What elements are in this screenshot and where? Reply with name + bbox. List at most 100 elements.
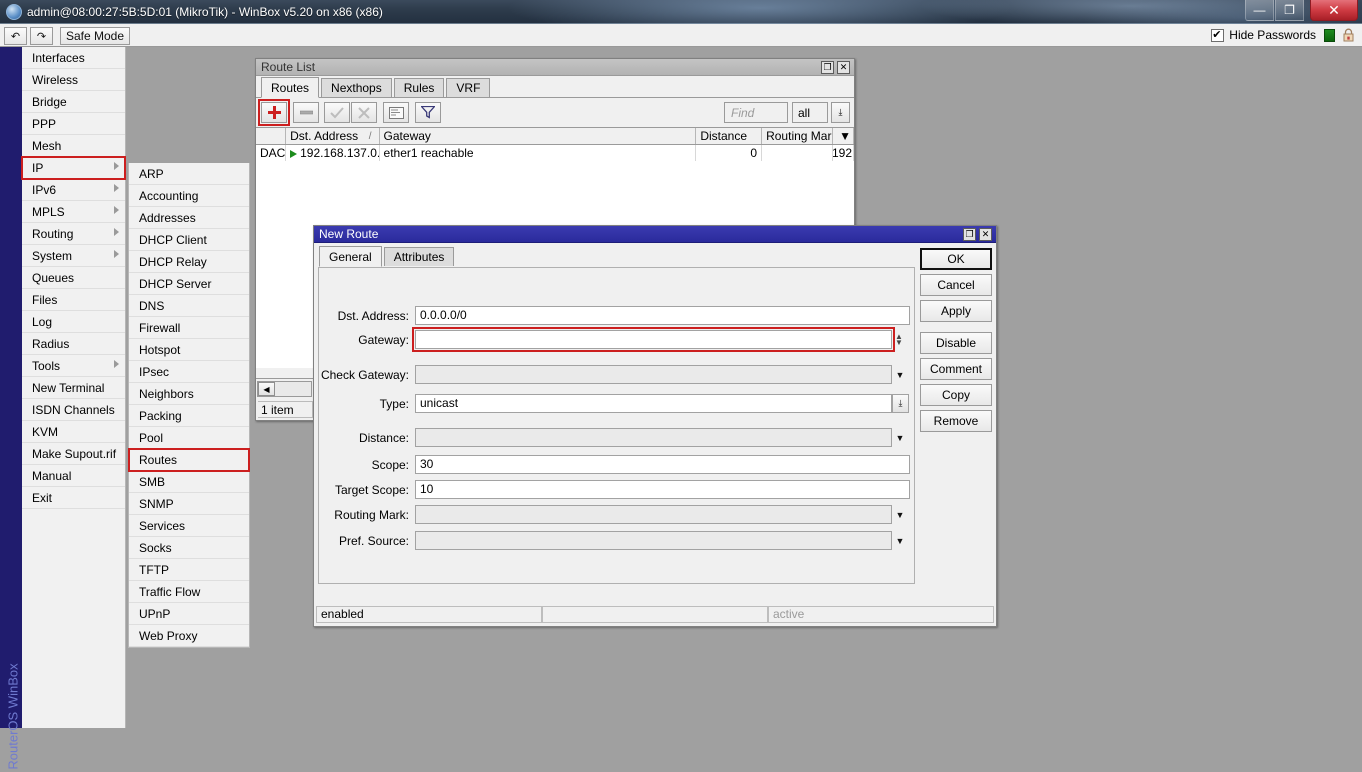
sidebar-item-new-terminal[interactable]: New Terminal: [22, 377, 125, 399]
spinner-down-icon[interactable]: ▼: [895, 340, 903, 346]
enable-route-button[interactable]: [324, 102, 350, 123]
input-check-gateway[interactable]: [415, 365, 892, 384]
remove-button[interactable]: Remove: [920, 410, 992, 432]
tab-vrf[interactable]: VRF: [446, 78, 490, 97]
ip-submenu-item-tftp[interactable]: TFTP: [129, 559, 249, 581]
sidebar-item-isdn-channels[interactable]: ISDN Channels: [22, 399, 125, 421]
input-routing-mark[interactable]: [415, 505, 892, 524]
tab-rules[interactable]: Rules: [394, 78, 445, 97]
ip-submenu-item-smb[interactable]: SMB: [129, 471, 249, 493]
dropdown-icon-pref-source[interactable]: ▼: [892, 531, 908, 550]
ip-submenu-item-routes[interactable]: Routes: [129, 449, 249, 471]
filter-button[interactable]: [415, 102, 441, 123]
ip-submenu-item-web-proxy[interactable]: Web Proxy: [129, 625, 249, 647]
ip-submenu-item-snmp[interactable]: SNMP: [129, 493, 249, 515]
column-header-gateway[interactable]: Gateway: [380, 128, 697, 144]
ip-submenu-item-hotspot[interactable]: Hotspot: [129, 339, 249, 361]
sidebar-item-manual[interactable]: Manual: [22, 465, 125, 487]
ip-submenu-item-traffic-flow[interactable]: Traffic Flow: [129, 581, 249, 603]
ip-submenu-item-packing[interactable]: Packing: [129, 405, 249, 427]
ip-submenu-item-upnp[interactable]: UPnP: [129, 603, 249, 625]
sidebar-item-wireless[interactable]: Wireless: [22, 69, 125, 91]
ip-submenu-item-pool[interactable]: Pool: [129, 427, 249, 449]
sidebar-item-interfaces[interactable]: Interfaces: [22, 47, 125, 69]
input-scope[interactable]: 30: [415, 455, 910, 474]
close-button[interactable]: ✕: [1310, 0, 1358, 21]
sidebar-item-exit[interactable]: Exit: [22, 487, 125, 509]
new-route-titlebar[interactable]: New Route ❐ ✕: [314, 226, 996, 243]
new-route-maximize-icon[interactable]: ❐: [963, 228, 976, 241]
copy-button[interactable]: Copy: [920, 384, 992, 406]
safe-mode-button[interactable]: Safe Mode: [60, 27, 130, 45]
comment-button[interactable]: Comment: [920, 358, 992, 380]
undo-button[interactable]: ↶: [4, 27, 27, 45]
tab-routes[interactable]: Routes: [261, 77, 319, 98]
sidebar-item-ip[interactable]: IP: [22, 157, 125, 179]
column-header-routing-mark[interactable]: Routing Mark: [762, 128, 833, 144]
input-pref-source[interactable]: [415, 531, 892, 550]
find-input[interactable]: Find: [724, 102, 788, 123]
ip-submenu-item-services[interactable]: Services: [129, 515, 249, 537]
ip-submenu-item-firewall[interactable]: Firewall: [129, 317, 249, 339]
route-list-maximize-icon[interactable]: ❐: [821, 61, 834, 74]
input-distance[interactable]: [415, 428, 892, 447]
cancel-button[interactable]: Cancel: [920, 274, 992, 296]
sidebar-item-mesh[interactable]: Mesh: [22, 135, 125, 157]
minimize-button[interactable]: —: [1245, 0, 1274, 21]
ok-button[interactable]: OK: [920, 248, 992, 270]
apply-button[interactable]: Apply: [920, 300, 992, 322]
sidebar-item-log[interactable]: Log: [22, 311, 125, 333]
add-route-button[interactable]: [261, 102, 287, 123]
new-route-close-icon[interactable]: ✕: [979, 228, 992, 241]
ip-submenu-item-dhcp-server[interactable]: DHCP Server: [129, 273, 249, 295]
sidebar-item-mpls[interactable]: MPLS: [22, 201, 125, 223]
sidebar-item-radius[interactable]: Radius: [22, 333, 125, 355]
remove-route-button[interactable]: [293, 102, 319, 123]
input-gateway[interactable]: [415, 330, 892, 349]
disable-button[interactable]: Disable: [920, 332, 992, 354]
disable-route-button[interactable]: [351, 102, 377, 123]
sidebar-item-queues[interactable]: Queues: [22, 267, 125, 289]
sidebar-item-ipv6[interactable]: IPv6: [22, 179, 125, 201]
input-dst-address[interactable]: 0.0.0.0/0: [415, 306, 910, 325]
ip-submenu-item-ipsec[interactable]: IPsec: [129, 361, 249, 383]
new-route-tab-general[interactable]: General: [319, 246, 382, 267]
sidebar-item-bridge[interactable]: Bridge: [22, 91, 125, 113]
sidebar-item-routing[interactable]: Routing: [22, 223, 125, 245]
ip-submenu-item-dhcp-client[interactable]: DHCP Client: [129, 229, 249, 251]
sidebar-item-files[interactable]: Files: [22, 289, 125, 311]
ip-submenu-item-arp[interactable]: ARP: [129, 163, 249, 185]
comment-button[interactable]: [383, 102, 409, 123]
dropdown-icon-check-gateway[interactable]: ▼: [892, 365, 908, 384]
hide-passwords-control[interactable]: Hide Passwords: [1211, 28, 1316, 42]
route-list-close-icon[interactable]: ✕: [837, 61, 850, 74]
sidebar-item-ppp[interactable]: PPP: [22, 113, 125, 135]
ip-submenu-item-dns[interactable]: DNS: [129, 295, 249, 317]
scroll-left-icon[interactable]: ◀: [258, 382, 275, 396]
horizontal-scrollbar[interactable]: ◀: [257, 381, 312, 397]
redo-button[interactable]: ↷: [30, 27, 53, 45]
dropdown-icon-distance[interactable]: ▼: [892, 428, 908, 447]
table-row[interactable]: DAC 192.168.137.0... ether1 reachable 0 …: [256, 145, 854, 161]
ip-submenu-item-addresses[interactable]: Addresses: [129, 207, 249, 229]
ip-submenu-item-socks[interactable]: Socks: [129, 537, 249, 559]
find-scope-dropdown-icon[interactable]: ⤓: [831, 102, 850, 123]
find-scope-select[interactable]: all: [792, 102, 828, 123]
column-header-flags[interactable]: [256, 128, 286, 144]
sidebar-item-make-supout-rif[interactable]: Make Supout.rif: [22, 443, 125, 465]
hide-passwords-checkbox[interactable]: [1211, 29, 1224, 42]
sidebar-item-kvm[interactable]: KVM: [22, 421, 125, 443]
ip-submenu-item-neighbors[interactable]: Neighbors: [129, 383, 249, 405]
sidebar-item-tools[interactable]: Tools: [22, 355, 125, 377]
column-header-distance[interactable]: Distance: [696, 128, 762, 144]
column-header-dst-address[interactable]: Dst. Address /: [286, 128, 379, 144]
ip-submenu-item-accounting[interactable]: Accounting: [129, 185, 249, 207]
input-target-scope[interactable]: 10: [415, 480, 910, 499]
input-type[interactable]: unicast: [415, 394, 892, 413]
column-options-icon[interactable]: ▼: [833, 128, 854, 144]
tab-nexthops[interactable]: Nexthops: [321, 78, 392, 97]
spinner-gateway[interactable]: ▲▼: [892, 330, 906, 349]
dropdown-icon-routing-mark[interactable]: ▼: [892, 505, 908, 524]
route-list-titlebar[interactable]: Route List ❐ ✕: [256, 59, 854, 76]
ip-submenu-item-dhcp-relay[interactable]: DHCP Relay: [129, 251, 249, 273]
